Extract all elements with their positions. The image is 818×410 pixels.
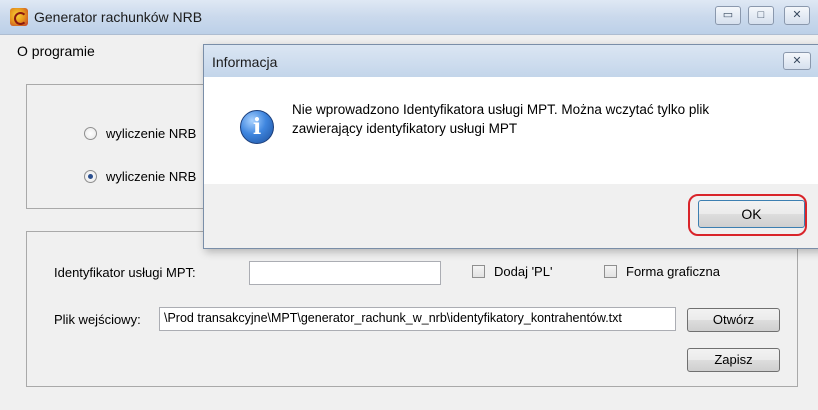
app-icon <box>10 8 28 26</box>
add-pl-checkbox[interactable] <box>472 265 485 278</box>
radio-button-1[interactable] <box>84 127 97 140</box>
settings-group: Identyfikator usługi MPT: Dodaj 'PL' For… <box>26 231 798 387</box>
save-button[interactable]: Zapisz <box>687 348 780 372</box>
radio-label-1: wyliczenie NRB <box>106 126 197 141</box>
dialog-close-button[interactable]: ✕ <box>783 52 811 70</box>
input-file-path[interactable]: \Prod transakcyjne\MPT\generator_rachunk… <box>159 307 676 331</box>
open-button[interactable]: Otwórz <box>687 308 780 332</box>
dialog-title: Informacja <box>212 54 278 70</box>
input-file-label: Plik wejściowy: <box>54 312 141 327</box>
info-icon: i <box>240 110 274 144</box>
close-button[interactable]: ✕ <box>784 6 810 25</box>
title-bar[interactable]: Generator rachunków NRB ▭ □ ✕ <box>0 0 818 35</box>
mpt-label: Identyfikator usługi MPT: <box>54 265 196 280</box>
minimize-button[interactable]: ▭ <box>715 6 741 25</box>
menu-item-about[interactable]: O programie <box>17 43 95 59</box>
window-title: Generator rachunków NRB <box>34 9 203 25</box>
graphic-form-label: Forma graficzna <box>626 264 720 279</box>
add-pl-label: Dodaj 'PL' <box>494 264 553 279</box>
dialog-message: Nie wprowadzono Identyfikatora usługi MP… <box>292 100 812 138</box>
graphic-form-checkbox[interactable] <box>604 265 617 278</box>
dialog-message-line-2: zawierający identyfikatory usługi MPT <box>292 121 518 136</box>
radio-label-2: wyliczenie NRB <box>106 169 197 184</box>
dialog-message-line-1: Nie wprowadzono Identyfikatora usługi MP… <box>292 102 710 117</box>
maximize-button[interactable]: □ <box>748 6 774 25</box>
radio-button-2[interactable] <box>84 170 97 183</box>
dialog-title-bar[interactable]: Informacja ✕ <box>204 45 818 77</box>
dialog-body: i Nie wprowadzono Identyfikatora usługi … <box>204 77 818 184</box>
ok-button-highlight <box>688 194 807 236</box>
mpt-id-input[interactable] <box>249 261 441 285</box>
